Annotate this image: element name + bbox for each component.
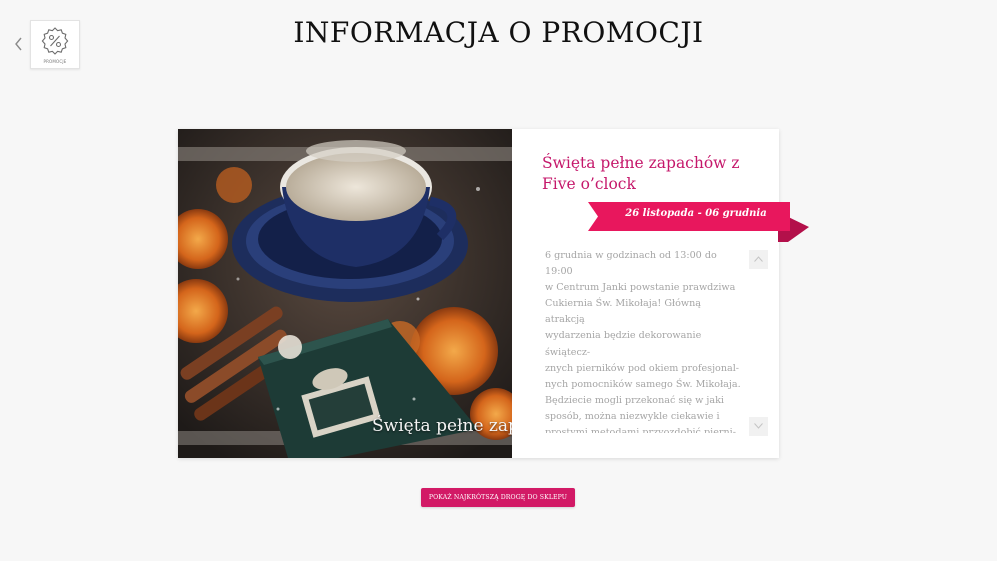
promotion-title: Święta pełne zapachów z Five o’clock xyxy=(542,154,740,193)
category-label: PROMOCJE xyxy=(43,59,67,64)
scroll-down-button[interactable] xyxy=(749,417,768,436)
scroll-up-button[interactable] xyxy=(749,250,768,269)
show-route-button[interactable]: POKAŻ NAJKRÓTSZĄ DROGĘ DO SKLEPU xyxy=(421,488,575,507)
promotion-info-page: PROMOCJE INFORMACJA O PROMOCJI Święta pe… xyxy=(0,0,997,561)
promotion-description: 6 grudnia w godzinach od 13:00 do 19:00 … xyxy=(545,250,741,433)
promotion-image: Święta pełne zap xyxy=(178,129,512,458)
date-ribbon: 26 listopada - 06 grudnia xyxy=(588,202,811,242)
date-range: 26 listopada - 06 grudnia xyxy=(625,208,767,219)
promotion-card: Święta pełne zap Święta pełne zapachów z… xyxy=(178,129,809,458)
chevron-up-icon xyxy=(754,256,763,262)
image-caption: Święta pełne zap xyxy=(372,416,512,436)
chevron-down-icon xyxy=(754,423,763,429)
page-title: INFORMACJA O PROMOCJI xyxy=(293,16,704,49)
